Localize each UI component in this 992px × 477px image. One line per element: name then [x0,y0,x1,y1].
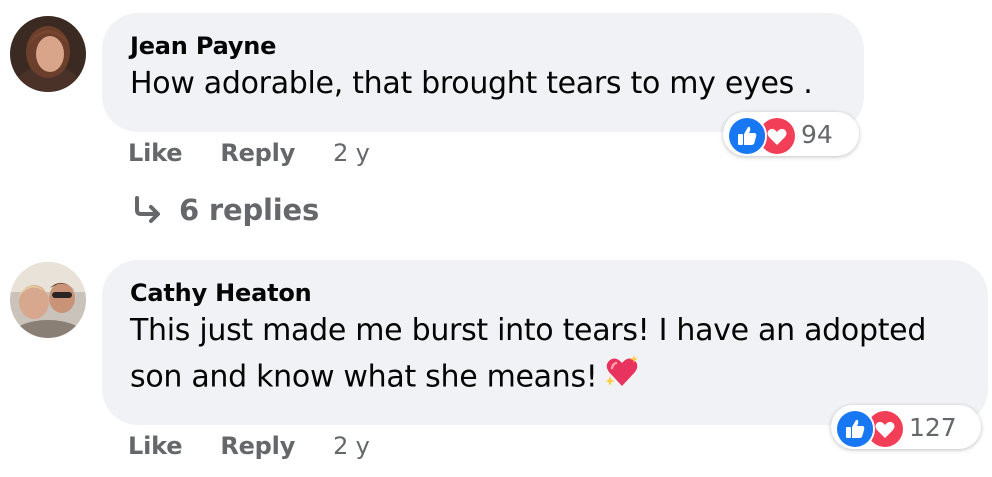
comment-actions: Like Reply 2 y [128,432,370,460]
like-icon [727,116,767,156]
like-button[interactable]: Like [128,432,183,460]
reply-button[interactable]: Reply [220,139,295,167]
reply-arrow-icon [135,196,160,223]
comment-actions: Like Reply 2 y [128,139,370,167]
comment-timestamp[interactable]: 2 y [333,139,370,167]
avatar[interactable] [10,16,86,92]
comment-author[interactable]: Cathy Heaton [130,278,312,308]
comment-text-line-2: son and know what she means! [130,354,962,402]
reply-button[interactable]: Reply [220,432,295,460]
reactions-summary[interactable]: 127 [831,405,981,449]
sparkling-heart-emoji-icon [604,354,640,402]
comment-text-line: This just made me burst into tears! I ha… [130,313,927,348]
comment-text: This just made me burst into tears! I ha… [130,308,962,402]
like-icon [835,409,875,449]
reactions-summary[interactable]: 94 [723,112,859,156]
avatar[interactable] [10,262,86,338]
comment-timestamp[interactable]: 2 y [333,432,370,460]
comment-bubble: Cathy Heaton This just made me burst int… [102,260,988,425]
replies-count-label: 6 replies [179,193,320,227]
view-replies-button[interactable]: 6 replies [133,193,319,227]
reaction-count: 94 [801,119,833,149]
like-button[interactable]: Like [128,139,183,167]
comment-text: How adorable, that brought tears to my e… [130,66,813,101]
comment-author[interactable]: Jean Payne [130,31,276,61]
reaction-count: 127 [909,412,957,442]
